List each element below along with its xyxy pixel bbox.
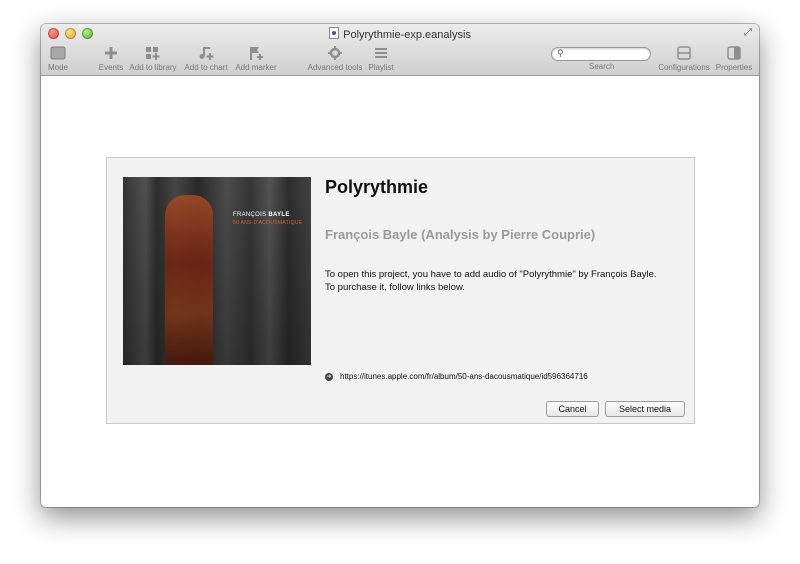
cover-subtitle: 50 ANS D'ACOUSMATIQUE (233, 220, 303, 226)
dialog-title: Polyrythmie (325, 177, 429, 197)
dialog-message: To open this project, you have to add au… (325, 268, 685, 294)
configurations-icon (656, 44, 712, 62)
app-window: Polyrythmie-exp.eanalysis ⤢ Mode Events … (41, 24, 759, 507)
purchase-link[interactable]: ➜ https://itunes.apple.com/fr/album/50-an… (325, 372, 588, 381)
message-line-2: To purchase it, follow links below. (325, 282, 465, 293)
advanced-tools-button[interactable]: Advanced tools (307, 44, 363, 72)
dialog-subtitle: François Bayle (Analysis by Pierre Coupr… (325, 227, 596, 242)
message-line-1: To open this project, you have to add au… (325, 269, 657, 280)
window-title: Polyrythmie-exp.eanalysis (41, 27, 759, 41)
add-to-chart-button[interactable]: Add to chart (183, 44, 229, 72)
events-label: Events (98, 63, 124, 72)
purchase-link-text: https://itunes.apple.com/fr/album/50-ans… (340, 372, 588, 381)
arrow-right-icon: ➜ (325, 372, 333, 381)
gear-icon (307, 44, 363, 62)
search-icon: ⚲ (557, 48, 564, 58)
properties-button[interactable]: Properties (715, 44, 753, 72)
mode-label: Mode (47, 63, 68, 72)
select-media-button[interactable]: Select media (605, 401, 685, 417)
mode-icon (45, 44, 71, 62)
flag-icon (234, 44, 278, 62)
add-to-library-label: Add to library (129, 63, 177, 72)
add-marker-button[interactable]: Add marker (234, 44, 278, 72)
cancel-button[interactable]: Cancel (546, 401, 599, 417)
events-button[interactable]: Events (97, 44, 125, 72)
add-to-library-button[interactable]: Add to library (129, 44, 177, 72)
search-input[interactable]: ⚲ (551, 47, 651, 61)
library-grid-icon (129, 44, 177, 62)
cover-artist: FRANÇOIS BAYLE (233, 212, 290, 218)
list-icon (367, 44, 395, 62)
mode-button[interactable]: Mode (45, 44, 71, 72)
configurations-label: Configurations (658, 63, 710, 72)
playlist-button[interactable]: Playlist (367, 44, 395, 72)
search-label: Search (589, 62, 615, 71)
missing-media-dialog: FRANÇOIS BAYLE 50 ANS D'ACOUSMATIQUE Pol… (106, 157, 695, 424)
title-bar: Polyrythmie-exp.eanalysis ⤢ Mode Events … (41, 24, 759, 76)
configurations-button[interactable]: Configurations (656, 44, 712, 72)
album-cover-image: FRANÇOIS BAYLE 50 ANS D'ACOUSMATIQUE (123, 177, 311, 365)
document-icon (329, 27, 340, 39)
fullscreen-icon[interactable]: ⤢ (744, 27, 752, 38)
advanced-tools-label: Advanced tools (307, 63, 363, 72)
add-to-chart-label: Add to chart (184, 63, 228, 72)
playlist-label: Playlist (368, 63, 394, 72)
add-marker-label: Add marker (235, 63, 277, 72)
music-note-icon (183, 44, 229, 62)
window-title-text: Polyrythmie-exp.eanalysis (343, 29, 471, 41)
properties-label: Properties (715, 63, 753, 72)
sidebar-panel-icon (715, 44, 753, 62)
plus-icon (97, 44, 125, 62)
